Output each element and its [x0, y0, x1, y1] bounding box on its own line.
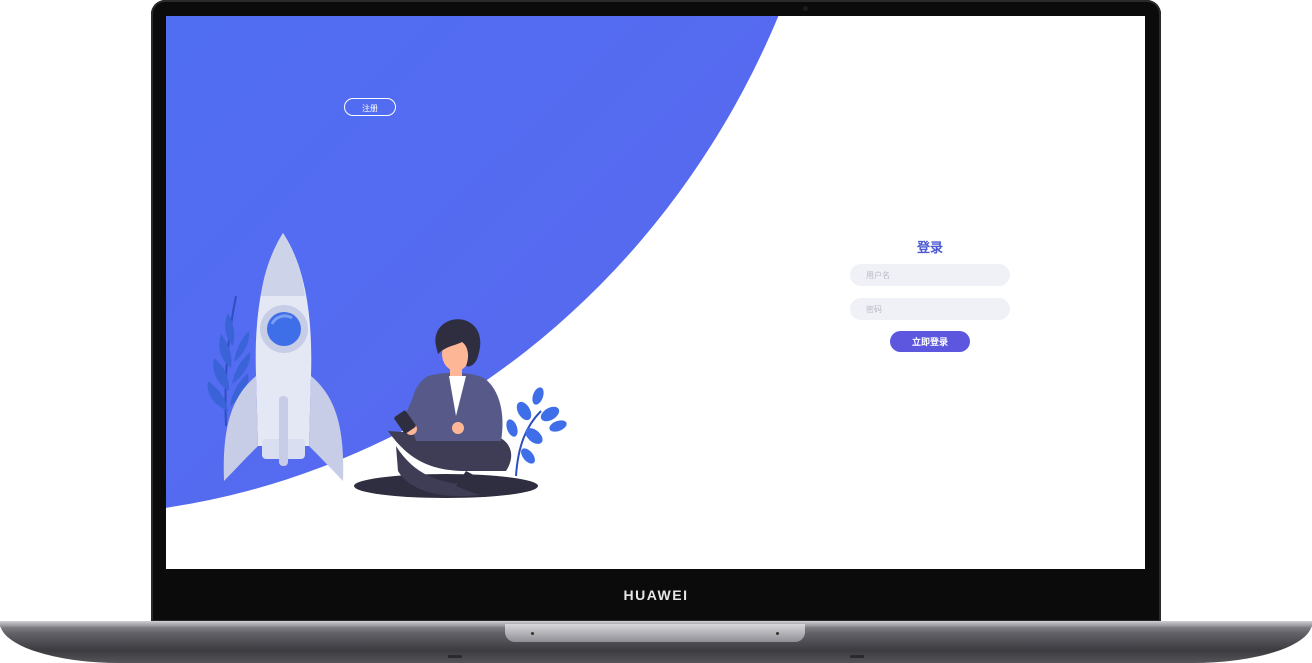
- username-input[interactable]: [850, 264, 1010, 286]
- password-input[interactable]: [850, 298, 1010, 320]
- hinge-dot: [531, 632, 534, 635]
- webcam: [803, 6, 808, 11]
- person-with-phone: [388, 319, 512, 497]
- laptop-foot: [448, 655, 462, 658]
- laptop-screen: 注册 登录 用户名 立即登录: [166, 16, 1145, 569]
- laptop-brand-logo: HUAWEI: [623, 587, 689, 603]
- illustration: [207, 233, 567, 498]
- laptop-hinge: [505, 624, 805, 642]
- rocket: [223, 233, 344, 481]
- laptop-foot: [850, 655, 864, 658]
- hinge-dot: [776, 632, 779, 635]
- plant-right: [506, 387, 567, 477]
- login-button[interactable]: 立即登录: [890, 331, 970, 352]
- login-title: 登录: [916, 240, 943, 255]
